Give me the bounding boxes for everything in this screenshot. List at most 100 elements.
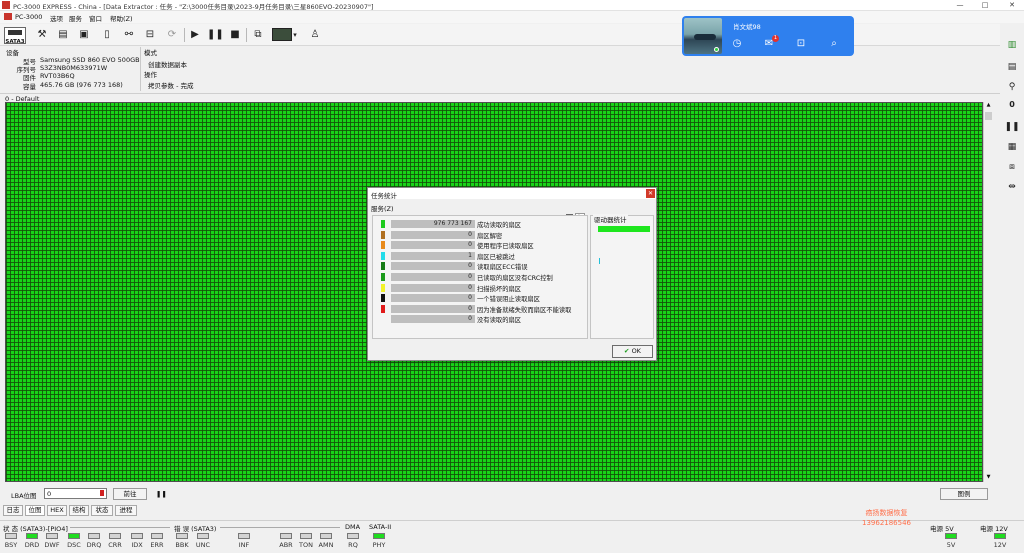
power12-led: [994, 533, 1006, 539]
chat-notification[interactable]: 肖文斌98 ◷ ✉ 1 ⊡ ⌕: [682, 16, 854, 56]
app-menu-icon[interactable]: [4, 13, 12, 20]
status-dwf-led: [46, 533, 58, 539]
disk-settings-icon[interactable]: ⊟: [142, 27, 158, 43]
firmware-value: RVT03B6Q: [40, 72, 75, 80]
pause-side-icon[interactable]: ❚❚: [1004, 122, 1020, 136]
legend-button[interactable]: 图例: [940, 488, 988, 500]
map-view-icon[interactable]: [272, 28, 292, 41]
pause-icon[interactable]: ❚❚: [207, 27, 224, 43]
ok-button[interactable]: ✔ OK: [612, 345, 653, 358]
hex-list-icon[interactable]: ▤: [1004, 62, 1020, 76]
lba-spin-icon[interactable]: [100, 490, 104, 496]
error-unc-label: UNC: [195, 541, 211, 549]
dialog-title-bar: 任务统计 ✕: [368, 188, 656, 200]
task-stats-dialog: 任务统计 ✕ 服务(Z) 增量 ✎ 976 773 167成功读取的扇区0扇区解…: [367, 187, 657, 361]
scroll-up-icon[interactable]: ▲: [985, 102, 992, 109]
status-err-label: ERR: [150, 541, 164, 549]
stat-value: 1: [391, 251, 475, 260]
online-status-icon: [714, 47, 719, 52]
power5-value: 5V: [946, 541, 956, 549]
connector-icon[interactable]: ⚲: [1004, 82, 1020, 96]
stat-color-swatch: [381, 262, 385, 271]
window-icon[interactable]: ⊡: [794, 37, 808, 51]
tools-icon[interactable]: ⚒: [34, 27, 50, 43]
stat-color-swatch: [381, 315, 385, 324]
menu-item-service[interactable]: 服务: [69, 13, 82, 23]
avatar[interactable]: [684, 18, 722, 54]
stat-value: 0: [391, 304, 475, 313]
drive-stats-label: 驱动器统计: [593, 214, 628, 224]
lba-input[interactable]: 0: [44, 488, 107, 499]
stat-row: 0 读取扇区ECC错误: [377, 261, 583, 271]
scroll-down-icon[interactable]: ▼: [985, 474, 992, 481]
map-scrollbar[interactable]: ▲ ▼: [983, 102, 992, 482]
dma-rq-label: RQ: [348, 541, 358, 549]
contact-name: 肖文斌98: [733, 23, 761, 31]
clock-icon[interactable]: ◷: [730, 37, 744, 51]
error-amn-label: AMN: [318, 541, 334, 549]
terminal-icon[interactable]: ▤: [55, 27, 71, 43]
maximize-button[interactable]: □: [975, 0, 995, 11]
drive-stats-marker: [599, 258, 600, 264]
menu-item-pc3000[interactable]: PC-3000: [15, 13, 42, 21]
error-group-label: 错 误 (SATA3): [174, 525, 217, 533]
sata2-group-label: SATA-II: [369, 523, 392, 531]
play-icon[interactable]: ▶: [187, 27, 203, 43]
chevron-down-icon[interactable]: ▾: [290, 27, 300, 43]
stat-value: 976 773 167: [391, 220, 475, 228]
scroll-thumb[interactable]: [985, 112, 992, 120]
power5-label: 电源 5V: [930, 525, 954, 533]
stat-row: 0 扇区解密: [377, 230, 583, 240]
status-err-led: [151, 533, 163, 539]
goto-button[interactable]: 前往: [113, 488, 147, 500]
close-button[interactable]: ✕: [1002, 0, 1022, 11]
menu-item-help[interactable]: 帮助(Z): [110, 13, 133, 23]
title-bar: PC-3000 EXPRESS - China - [Data Extracto…: [0, 0, 1024, 11]
watermark: 癌扬数据恢复 13962186546: [862, 508, 911, 528]
drive-icon[interactable]: ▯: [99, 27, 115, 43]
stat-description: 扇区解密: [477, 232, 503, 240]
device-status-icon[interactable]: ▥: [1004, 40, 1020, 54]
clear-icon[interactable]: ⧈: [1004, 162, 1020, 176]
operation-value: 拷贝参数 - 完成: [148, 82, 194, 90]
data-icon[interactable]: ▦: [1004, 142, 1020, 156]
zero-fill-icon[interactable]: 0: [1004, 100, 1020, 114]
drive-stats-panel: 驱动器统计: [590, 214, 654, 339]
menu-item-window[interactable]: 窗口: [89, 13, 102, 23]
sync-icon[interactable]: ⟳: [164, 27, 180, 43]
minimize-button[interactable]: —: [950, 0, 970, 11]
binoculars-icon[interactable]: ⚯: [121, 27, 137, 43]
app-icon: [2, 1, 10, 9]
walk-icon[interactable]: ♙: [307, 27, 323, 43]
status-bsy-led: [5, 533, 17, 539]
stat-color-swatch: [381, 283, 385, 292]
stop-icon[interactable]: ■: [227, 27, 243, 43]
status-dwf-label: DWF: [44, 541, 60, 549]
copy-windows-icon[interactable]: ⧉: [250, 27, 266, 43]
tab-log[interactable]: 日志: [3, 505, 23, 516]
error-ton-led: [300, 533, 312, 539]
document-icon[interactable]: ▣: [76, 27, 92, 43]
stat-description: 成功读取的扇区: [477, 222, 522, 229]
capacity-label: 容量: [23, 83, 36, 91]
dialog-close-icon[interactable]: ✕: [646, 189, 655, 198]
status-group-label: 状 态 (SATA3)-[PIO4]: [3, 525, 68, 533]
tab-structure[interactable]: 结构: [69, 505, 89, 516]
search-icon[interactable]: ⌕: [827, 37, 841, 51]
status-drd-led: [26, 533, 38, 539]
window-title: PC-3000 EXPRESS - China - [Data Extracto…: [13, 3, 374, 11]
pause-map-button[interactable]: ❚❚: [156, 490, 167, 498]
tab-hex[interactable]: HEX: [47, 505, 67, 516]
tab-bitmap[interactable]: 位图: [25, 505, 45, 516]
stat-value: 0: [391, 294, 475, 303]
menu-item-options[interactable]: 选项: [50, 13, 63, 23]
tab-status[interactable]: 状态: [91, 505, 113, 516]
error-unc-led: [197, 533, 209, 539]
stat-color-swatch: [381, 304, 385, 313]
dma-rq-led: [347, 533, 359, 539]
sata3-port-button[interactable]: SATA3: [4, 27, 26, 45]
power5-led: [945, 533, 957, 539]
stat-description: 没有读取的扇区: [477, 317, 522, 325]
ruler-icon[interactable]: ⇹: [1004, 182, 1020, 196]
tab-process[interactable]: 进程: [115, 505, 137, 516]
